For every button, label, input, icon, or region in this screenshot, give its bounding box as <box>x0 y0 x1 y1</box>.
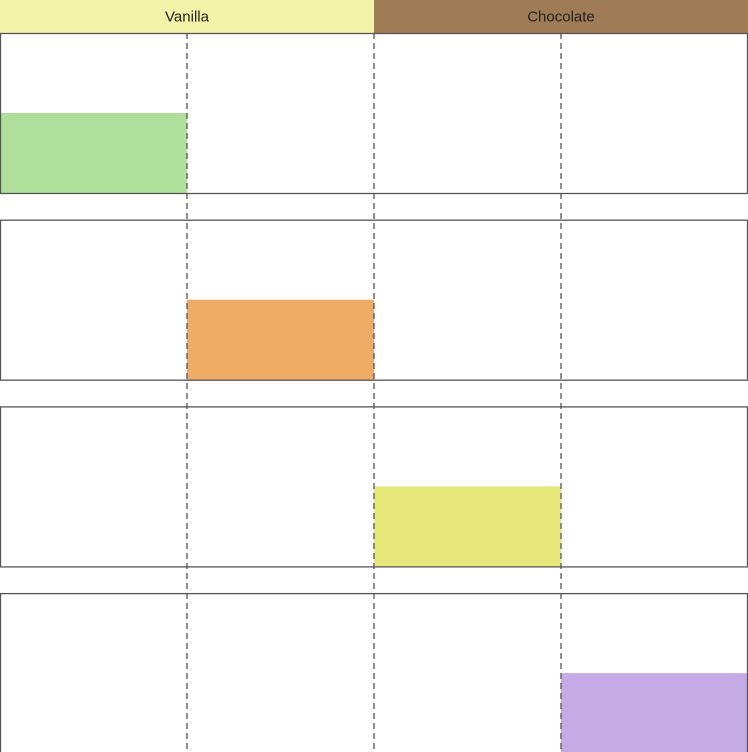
row-1-bar <box>187 299 374 380</box>
header-0-label: Vanilla <box>165 9 210 26</box>
row-0-bar <box>0 113 187 193</box>
header-1-label: Chocolate <box>527 9 595 26</box>
row-2-bar <box>374 486 561 567</box>
chart: Vanilla Chocolate <box>0 0 748 752</box>
row-3-bar <box>561 673 748 752</box>
